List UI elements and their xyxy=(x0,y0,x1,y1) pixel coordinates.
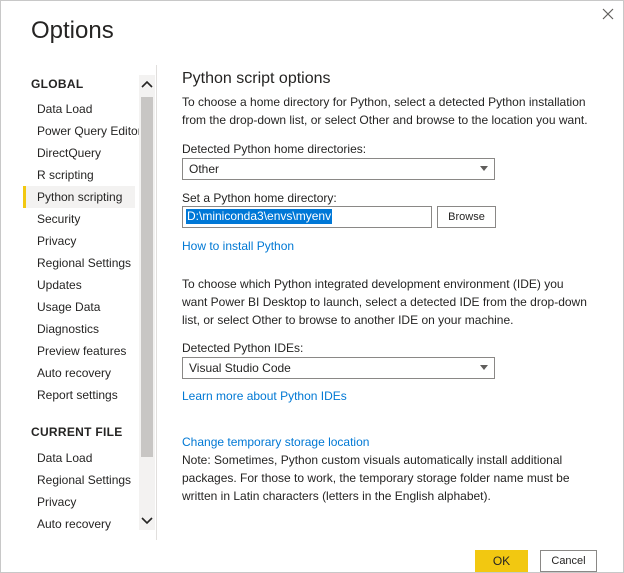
scrollbar-thumb[interactable] xyxy=(141,97,153,457)
options-dialog: Options GLOBAL Data Load Power Query Edi… xyxy=(0,0,624,573)
sidebar-item-file-regional-settings[interactable]: Regional Settings xyxy=(23,469,135,491)
close-icon[interactable] xyxy=(599,5,617,23)
sidebar-scrollbar[interactable] xyxy=(139,75,155,530)
sidebar-item-report-settings[interactable]: Report settings xyxy=(23,384,135,406)
python-ides-link[interactable]: Learn more about Python IDEs xyxy=(182,389,347,403)
install-python-link[interactable]: How to install Python xyxy=(182,239,294,253)
current-file-heading: CURRENT FILE xyxy=(31,425,123,439)
sidebar-item-usage-data[interactable]: Usage Data xyxy=(23,296,135,318)
chevron-down-icon[interactable] xyxy=(139,512,155,530)
home-dirs-label: Detected Python home directories: xyxy=(182,142,367,156)
dialog-title: Options xyxy=(31,17,114,44)
set-home-label: Set a Python home directory: xyxy=(182,191,337,205)
sidebar-item-r-scripting[interactable]: R scripting xyxy=(23,164,135,186)
sidebar-item-security[interactable]: Security xyxy=(23,208,135,230)
python-home-dropdown-value: Other xyxy=(189,162,220,176)
sidebar-item-auto-recovery[interactable]: Auto recovery xyxy=(23,362,135,384)
cancel-button[interactable]: Cancel xyxy=(540,550,597,572)
sidebar-item-power-query-editor[interactable]: Power Query Editor xyxy=(23,120,142,142)
python-ide-dropdown[interactable]: Visual Studio Code xyxy=(182,357,495,379)
chevron-down-icon xyxy=(480,166,488,171)
python-home-input[interactable]: D:\miniconda3\envs\myenv xyxy=(182,206,432,228)
ide-intro-text: To choose which Python integrated develo… xyxy=(182,277,587,327)
sidebar-item-regional-settings[interactable]: Regional Settings xyxy=(23,252,135,274)
section-title: Python script options xyxy=(182,70,331,87)
sidebar: GLOBAL Data Load Power Query Editor Dire… xyxy=(23,65,157,540)
sidebar-item-file-auto-recovery[interactable]: Auto recovery xyxy=(23,513,135,535)
browse-button[interactable]: Browse xyxy=(437,206,496,228)
sidebar-item-privacy[interactable]: Privacy xyxy=(23,230,135,252)
sidebar-item-directquery[interactable]: DirectQuery xyxy=(23,142,135,164)
python-ide-dropdown-value: Visual Studio Code xyxy=(189,361,291,375)
ok-button[interactable]: OK xyxy=(475,550,528,572)
note-text: Note: Sometimes, Python custom visuals a… xyxy=(182,453,570,503)
sidebar-item-python-scripting[interactable]: Python scripting xyxy=(23,186,135,208)
temp-storage-link[interactable]: Change temporary storage location xyxy=(182,435,369,449)
python-home-dropdown[interactable]: Other xyxy=(182,158,495,180)
sidebar-item-file-data-load[interactable]: Data Load xyxy=(23,447,135,469)
sidebar-item-updates[interactable]: Updates xyxy=(23,274,135,296)
ide-label: Detected Python IDEs: xyxy=(182,341,304,355)
sidebar-item-preview-features[interactable]: Preview features xyxy=(23,340,135,362)
chevron-up-icon[interactable] xyxy=(139,75,155,93)
sidebar-item-file-privacy[interactable]: Privacy xyxy=(23,491,135,513)
sidebar-item-diagnostics[interactable]: Diagnostics xyxy=(23,318,135,340)
python-home-input-value: D:\miniconda3\envs\myenv xyxy=(186,209,333,224)
global-heading: GLOBAL xyxy=(31,77,84,91)
intro-text: To choose a home directory for Python, s… xyxy=(182,95,588,127)
chevron-down-icon xyxy=(480,365,488,370)
sidebar-item-data-load[interactable]: Data Load xyxy=(23,98,135,120)
